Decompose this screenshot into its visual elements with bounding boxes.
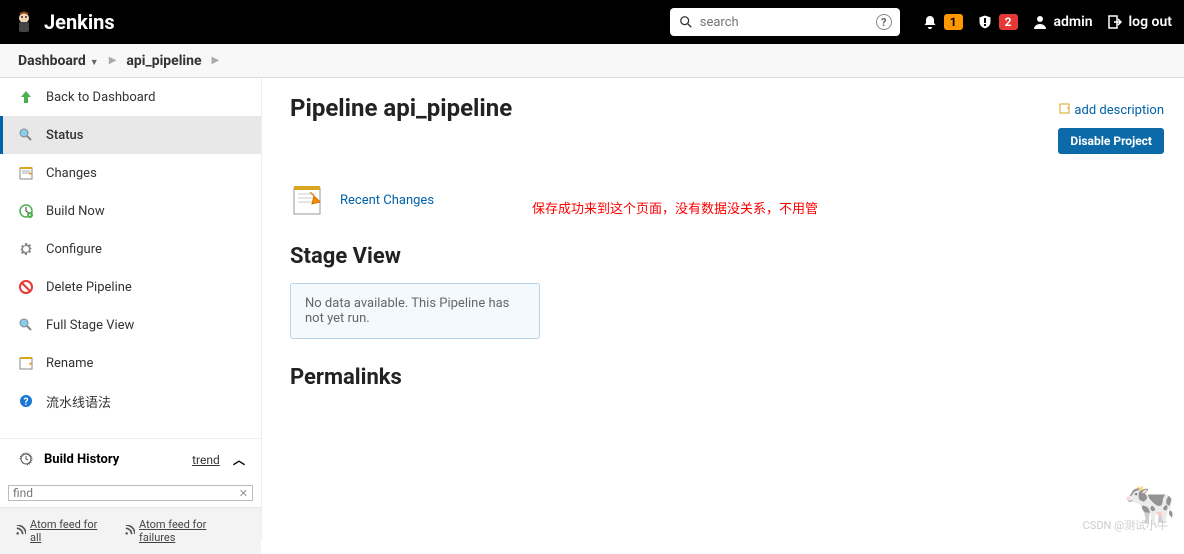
sidebar-item-build-now[interactable]: Build Now: [0, 192, 261, 230]
sidebar-item-delete[interactable]: Delete Pipeline: [0, 268, 261, 306]
annotation-text: 保存成功来到这个页面，没有数据没关系，不用管: [532, 198, 818, 217]
sidebar-item-syntax[interactable]: ? 流水线语法: [0, 382, 261, 420]
jenkins-logo[interactable]: Jenkins: [12, 10, 115, 34]
notepad-icon: [16, 163, 36, 183]
arrow-up-icon: [16, 87, 36, 107]
main-content: Pipeline api_pipeline add description Di…: [262, 78, 1184, 539]
jenkins-title: Jenkins: [44, 10, 115, 34]
clock-play-icon: [16, 201, 36, 221]
disable-project-button[interactable]: Disable Project: [1058, 128, 1164, 154]
search-box[interactable]: ?: [670, 8, 900, 36]
build-history-label: Build History: [44, 452, 119, 467]
sidebar-item-status[interactable]: Status: [0, 116, 261, 154]
sidebar-item-configure[interactable]: Configure: [0, 230, 261, 268]
sidebar-item-label: Changes: [46, 166, 97, 181]
shield-alert-icon: [977, 14, 993, 30]
rss-all-link[interactable]: Atom feed for all: [16, 518, 111, 544]
svg-text:?: ?: [24, 397, 29, 408]
sidebar-item-label: Delete Pipeline: [46, 280, 132, 295]
clear-icon[interactable]: ✕: [235, 487, 252, 500]
sidebar-item-label: Build Now: [46, 204, 105, 219]
help-icon[interactable]: ?: [876, 14, 892, 30]
trend-link[interactable]: trend: [192, 453, 220, 467]
page-title: Pipeline api_pipeline: [290, 94, 1156, 122]
alert-badge: 2: [999, 14, 1018, 30]
rss-icon: [125, 525, 135, 538]
sidebar-item-label: Back to Dashboard: [46, 90, 155, 105]
search-input[interactable]: [700, 15, 876, 30]
breadcrumb-pipeline[interactable]: api_pipeline: [126, 53, 201, 69]
history-icon: [16, 449, 36, 469]
bell-icon: [922, 14, 938, 30]
delete-icon: [16, 277, 36, 297]
sidebar-item-back[interactable]: Back to Dashboard: [0, 78, 261, 116]
sidebar-item-label: Configure: [46, 242, 102, 257]
user-label: admin: [1054, 14, 1093, 30]
sidebar-item-label: Rename: [46, 356, 93, 371]
logout-button[interactable]: log out: [1107, 14, 1172, 30]
chevron-right-icon: ▶: [109, 55, 117, 66]
rss-row: Atom feed for all Atom feed for failures: [0, 507, 261, 554]
rss-icon: [16, 525, 26, 538]
breadcrumb-dashboard[interactable]: Dashboard▼: [18, 53, 99, 69]
search-icon: [678, 14, 694, 30]
collapse-icon[interactable]: ︿: [233, 453, 245, 467]
build-history-header: Build History trend ︿: [0, 438, 261, 479]
add-description-link[interactable]: add description: [1059, 102, 1164, 118]
sidebar-item-label: 流水线语法: [46, 392, 111, 411]
sidebar-item-full-stage[interactable]: Full Stage View: [0, 306, 261, 344]
notepad-edit-icon: [16, 353, 36, 373]
sidebar-item-label: Status: [46, 128, 83, 143]
gear-icon: [16, 239, 36, 259]
sidebar-item-label: Full Stage View: [46, 318, 134, 333]
magnifier-icon: [16, 125, 36, 145]
stage-view-title: Stage View: [290, 244, 1156, 269]
edit-icon: [1059, 102, 1071, 118]
jenkins-mascot-icon: [12, 10, 36, 34]
chevron-right-icon: ▶: [212, 55, 220, 66]
user-icon: [1032, 14, 1048, 30]
user-button[interactable]: admin: [1032, 14, 1093, 30]
no-data-message: No data available. This Pipeline has not…: [290, 283, 540, 339]
magnifier-icon: [16, 315, 36, 335]
breadcrumb: Dashboard▼ ▶ api_pipeline ▶: [0, 44, 1184, 78]
logout-label: log out: [1129, 14, 1172, 30]
sidebar-item-rename[interactable]: Rename: [0, 344, 261, 382]
watermark: CSDN @测试小牛: [1083, 517, 1168, 533]
notepad-large-icon: [290, 182, 326, 218]
question-icon: ?: [16, 391, 36, 411]
sidebar: Back to Dashboard Status Changes Build N…: [0, 78, 262, 539]
recent-changes-link[interactable]: Recent Changes: [340, 193, 434, 208]
logout-icon: [1107, 14, 1123, 30]
rss-failures-link[interactable]: Atom feed for failures: [125, 518, 245, 544]
top-header: Jenkins ? 1 2 admin log out: [0, 0, 1184, 44]
find-box[interactable]: ✕: [8, 485, 253, 501]
sidebar-item-changes[interactable]: Changes: [0, 154, 261, 192]
permalinks-title: Permalinks: [290, 365, 1156, 390]
notification-badge: 1: [944, 14, 963, 30]
notifications-button[interactable]: 1: [922, 14, 963, 30]
alerts-button[interactable]: 2: [977, 14, 1018, 30]
find-input[interactable]: [9, 486, 235, 500]
